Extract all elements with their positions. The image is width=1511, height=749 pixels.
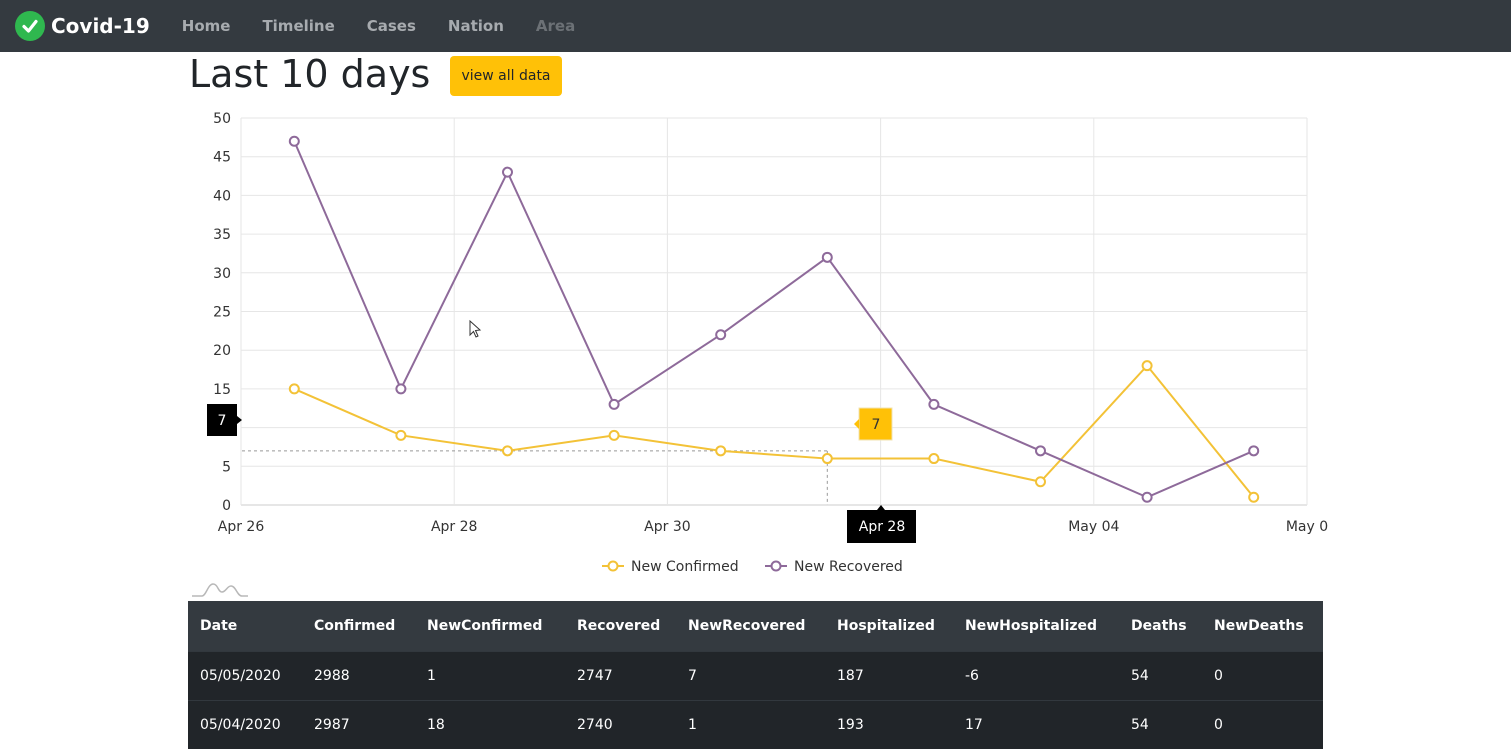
data-table: Date Confirmed NewConfirmed Recovered Ne… — [188, 601, 1323, 749]
data-point[interactable] — [715, 329, 727, 341]
cell-recovered: 2747 — [577, 667, 613, 684]
data-point[interactable] — [395, 429, 407, 441]
cell-new-recovered: 7 — [688, 667, 697, 684]
data-point[interactable] — [502, 166, 513, 178]
th-recovered[interactable]: Recovered — [565, 601, 676, 651]
x-axis-ticks: Apr 26 Apr 28 Apr 30 Apr 28 May 04 May 0 — [218, 519, 1328, 535]
data-point[interactable] — [1141, 360, 1153, 372]
series-line — [293, 364, 1255, 498]
cell-hospitalized: 187 — [837, 667, 864, 684]
cell-new-deaths: 0 — [1214, 667, 1223, 684]
tooltip-crosshair — [242, 450, 828, 505]
x-tick-label: May 04 — [1068, 519, 1119, 535]
th-confirmed[interactable]: Confirmed — [302, 601, 415, 651]
th-hospitalized[interactable]: Hospitalized — [825, 601, 953, 651]
legend-item-confirmed[interactable]: New Confirmed — [602, 559, 739, 575]
y-tick-label: 25 — [213, 305, 231, 321]
y-tick-label: 0 — [222, 498, 231, 514]
cell-date: 05/04/2020 — [200, 716, 281, 733]
cell-new-hospitalized: -6 — [965, 667, 979, 684]
legend-label-confirmed: New Confirmed — [631, 559, 739, 575]
data-point[interactable] — [608, 429, 620, 441]
data-point[interactable] — [1035, 445, 1046, 457]
data-point[interactable] — [715, 445, 727, 457]
data-point[interactable] — [1141, 491, 1153, 503]
legend-marker-confirmed — [607, 560, 619, 572]
legend-marker-recovered — [770, 560, 782, 572]
y-tick-label: 45 — [213, 150, 231, 166]
cell-deaths: 54 — [1131, 667, 1149, 684]
th-date[interactable]: Date — [188, 601, 302, 651]
th-deaths[interactable]: Deaths — [1119, 601, 1202, 651]
data-point[interactable] — [288, 135, 300, 147]
data-point[interactable] — [1248, 445, 1260, 457]
series-new-confirmed[interactable] — [288, 360, 1260, 503]
chart-grid — [240, 117, 1308, 506]
x-tooltip-value: Apr 28 — [859, 519, 905, 535]
data-point[interactable] — [1248, 491, 1260, 503]
mouse-cursor-icon — [469, 319, 482, 338]
cell-new-confirmed: 18 — [427, 716, 445, 733]
cell-confirmed: 2988 — [314, 667, 350, 684]
y-tick-label: 40 — [213, 188, 231, 204]
legend-label-recovered: New Recovered — [794, 559, 903, 575]
y-tooltip-value: 7 — [218, 413, 227, 429]
table-row: 05/04/2020 2987 18 2740 1 193 17 54 0 — [188, 700, 1323, 749]
series-new-recovered[interactable] — [288, 135, 1260, 503]
th-new-deaths[interactable]: NewDeaths — [1202, 601, 1323, 651]
chart-tooltips: 7 7 Apr 28 — [207, 404, 916, 543]
data-point[interactable] — [502, 445, 513, 457]
cell-new-hospitalized: 17 — [965, 716, 983, 733]
cell-new-deaths: 0 — [1214, 716, 1223, 733]
table-row: 05/05/2020 2988 1 2747 7 187 -6 54 0 — [188, 651, 1323, 700]
cell-hospitalized: 193 — [837, 716, 864, 733]
cell-recovered: 2740 — [577, 716, 613, 733]
data-point[interactable] — [928, 453, 940, 465]
table-header-row: Date Confirmed NewConfirmed Recovered Ne… — [188, 601, 1323, 651]
y-tick-label: 15 — [213, 382, 231, 398]
y-tick-label: 30 — [213, 266, 231, 282]
y-tick-label: 20 — [213, 343, 231, 359]
data-point[interactable] — [928, 398, 940, 410]
x-tick-label: Apr 30 — [644, 519, 690, 535]
x-tooltip-pointer — [877, 505, 885, 510]
mini-chart-icon[interactable] — [192, 580, 248, 600]
point-tooltip-value: 7 — [872, 417, 881, 433]
line-chart[interactable]: 051520253035404550 Apr 26Apr 28Apr 30Apr… — [0, 0, 1511, 600]
y-tick-label: 35 — [213, 227, 231, 243]
cell-deaths: 54 — [1131, 716, 1149, 733]
chart-legend[interactable]: New Confirmed New Recovered — [602, 559, 903, 575]
th-new-confirmed[interactable]: NewConfirmed — [415, 601, 565, 651]
data-point[interactable] — [1035, 476, 1046, 488]
cell-new-recovered: 1 — [688, 716, 697, 733]
cell-date: 05/05/2020 — [200, 667, 281, 684]
x-tick-label: May 0 — [1286, 519, 1328, 535]
cell-new-confirmed: 1 — [427, 667, 436, 684]
y-axis-ticks: 0 5 15 20 25 30 35 40 45 50 — [213, 111, 231, 514]
data-point[interactable] — [395, 383, 407, 395]
data-point[interactable] — [821, 453, 833, 465]
y-tick-label: 50 — [213, 111, 231, 127]
th-new-hospitalized[interactable]: NewHospitalized — [953, 601, 1119, 651]
data-point[interactable] — [288, 383, 300, 395]
x-tick-label: Apr 28 — [431, 519, 477, 535]
cell-confirmed: 2987 — [314, 716, 350, 733]
series-line — [293, 140, 1255, 499]
th-new-recovered[interactable]: NewRecovered — [676, 601, 825, 651]
x-tick-label: Apr 26 — [218, 519, 265, 535]
data-point[interactable] — [608, 398, 620, 410]
legend-item-recovered[interactable]: New Recovered — [765, 559, 903, 575]
chart-series[interactable] — [288, 135, 1260, 503]
data-point[interactable] — [821, 251, 833, 263]
y-tick-label: 5 — [222, 459, 231, 475]
